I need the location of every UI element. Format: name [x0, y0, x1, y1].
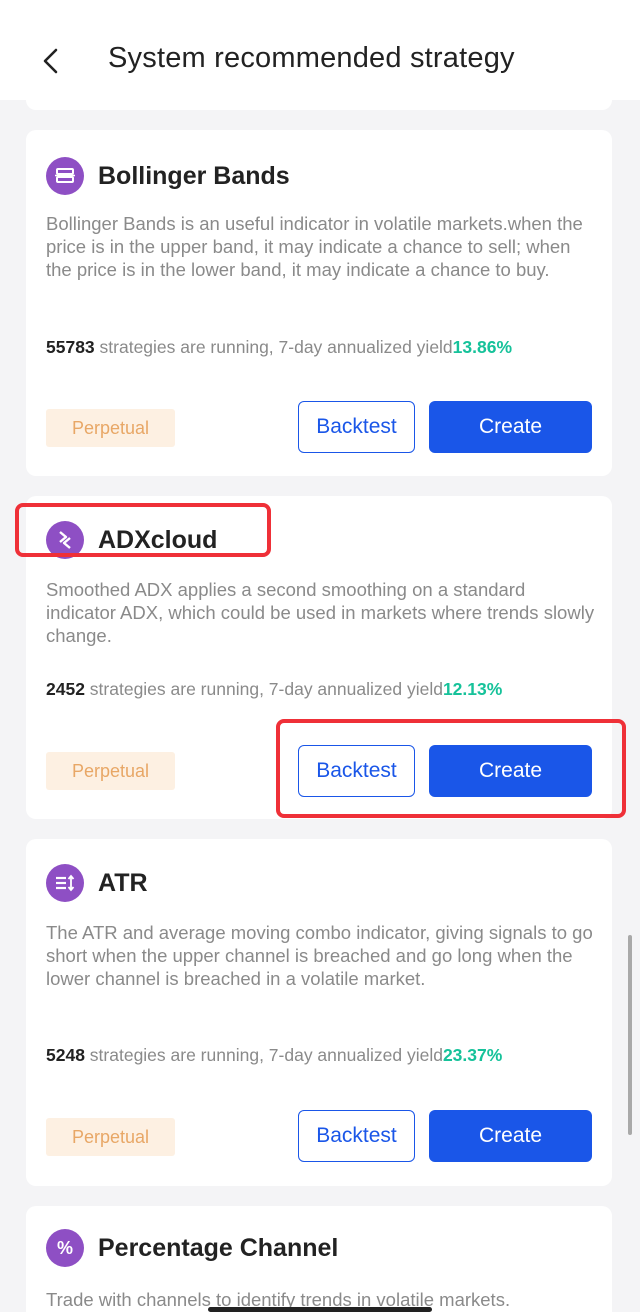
create-button[interactable]: Create — [429, 1110, 592, 1162]
page-header: System recommended strategy — [0, 0, 640, 100]
chevron-left-icon — [43, 48, 58, 74]
running-text: strategies are running, 7-day annualized… — [94, 337, 453, 357]
strategy-name: Bollinger Bands — [98, 161, 290, 190]
perpetual-tag: Perpetual — [46, 409, 175, 447]
running-text: strategies are running, 7-day annualized… — [84, 1045, 443, 1065]
strategy-card: Bollinger Bands Bollinger Bands is an us… — [26, 130, 612, 476]
backtest-button[interactable]: Backtest — [298, 745, 415, 797]
strategy-stats: 55783 strategies are running, 7-day annu… — [46, 337, 512, 358]
strategy-description: Smoothed ADX applies a second smoothing … — [46, 579, 595, 646]
backtest-button[interactable]: Backtest — [298, 401, 415, 453]
strategy-card: % Percentage Channel Trade with channels… — [26, 1206, 612, 1312]
strategy-description: The ATR and average moving combo indicat… — [46, 922, 593, 989]
strategy-card: ATR The ATR and average moving combo ind… — [26, 839, 612, 1186]
strategy-header: ADXcloud — [46, 520, 217, 560]
home-indicator — [208, 1307, 432, 1312]
annualized-yield: 13.86% — [452, 337, 513, 357]
strategy-header: % Percentage Channel — [46, 1228, 338, 1268]
running-text: strategies are running, 7-day annualized… — [84, 679, 443, 699]
page-title: System recommended strategy — [108, 42, 515, 74]
strategy-card: ADXcloud Smoothed ADX applies a second s… — [26, 496, 612, 819]
perpetual-tag: Perpetual — [46, 1118, 175, 1156]
running-count: 5248 — [46, 1045, 85, 1065]
scrollbar[interactable] — [628, 935, 632, 1135]
adx-icon — [46, 521, 84, 559]
create-button[interactable]: Create — [429, 401, 592, 453]
atr-icon — [46, 864, 84, 902]
annualized-yield: 12.13% — [442, 679, 503, 699]
strategy-stats: 5248 strategies are running, 7-day annua… — [46, 1045, 502, 1066]
strategy-stats: 2452 strategies are running, 7-day annua… — [46, 679, 502, 700]
strategy-description: Bollinger Bands is an useful indicator i… — [46, 213, 583, 280]
perpetual-tag: Perpetual — [46, 752, 175, 790]
bands-icon — [46, 157, 84, 195]
strategy-header: ATR — [46, 863, 148, 903]
strategy-name: ADXcloud — [98, 525, 218, 554]
annualized-yield: 23.37% — [442, 1045, 503, 1065]
create-button[interactable]: Create — [429, 745, 592, 797]
strategy-name: Percentage Channel — [98, 1233, 339, 1262]
backtest-button[interactable]: Backtest — [298, 1110, 415, 1162]
running-count: 2452 — [46, 679, 85, 699]
strategy-header: Bollinger Bands — [46, 156, 290, 196]
percent-icon: % — [46, 1229, 84, 1267]
strategy-name: ATR — [98, 868, 148, 897]
back-button[interactable] — [34, 44, 68, 78]
running-count: 55783 — [46, 337, 95, 357]
